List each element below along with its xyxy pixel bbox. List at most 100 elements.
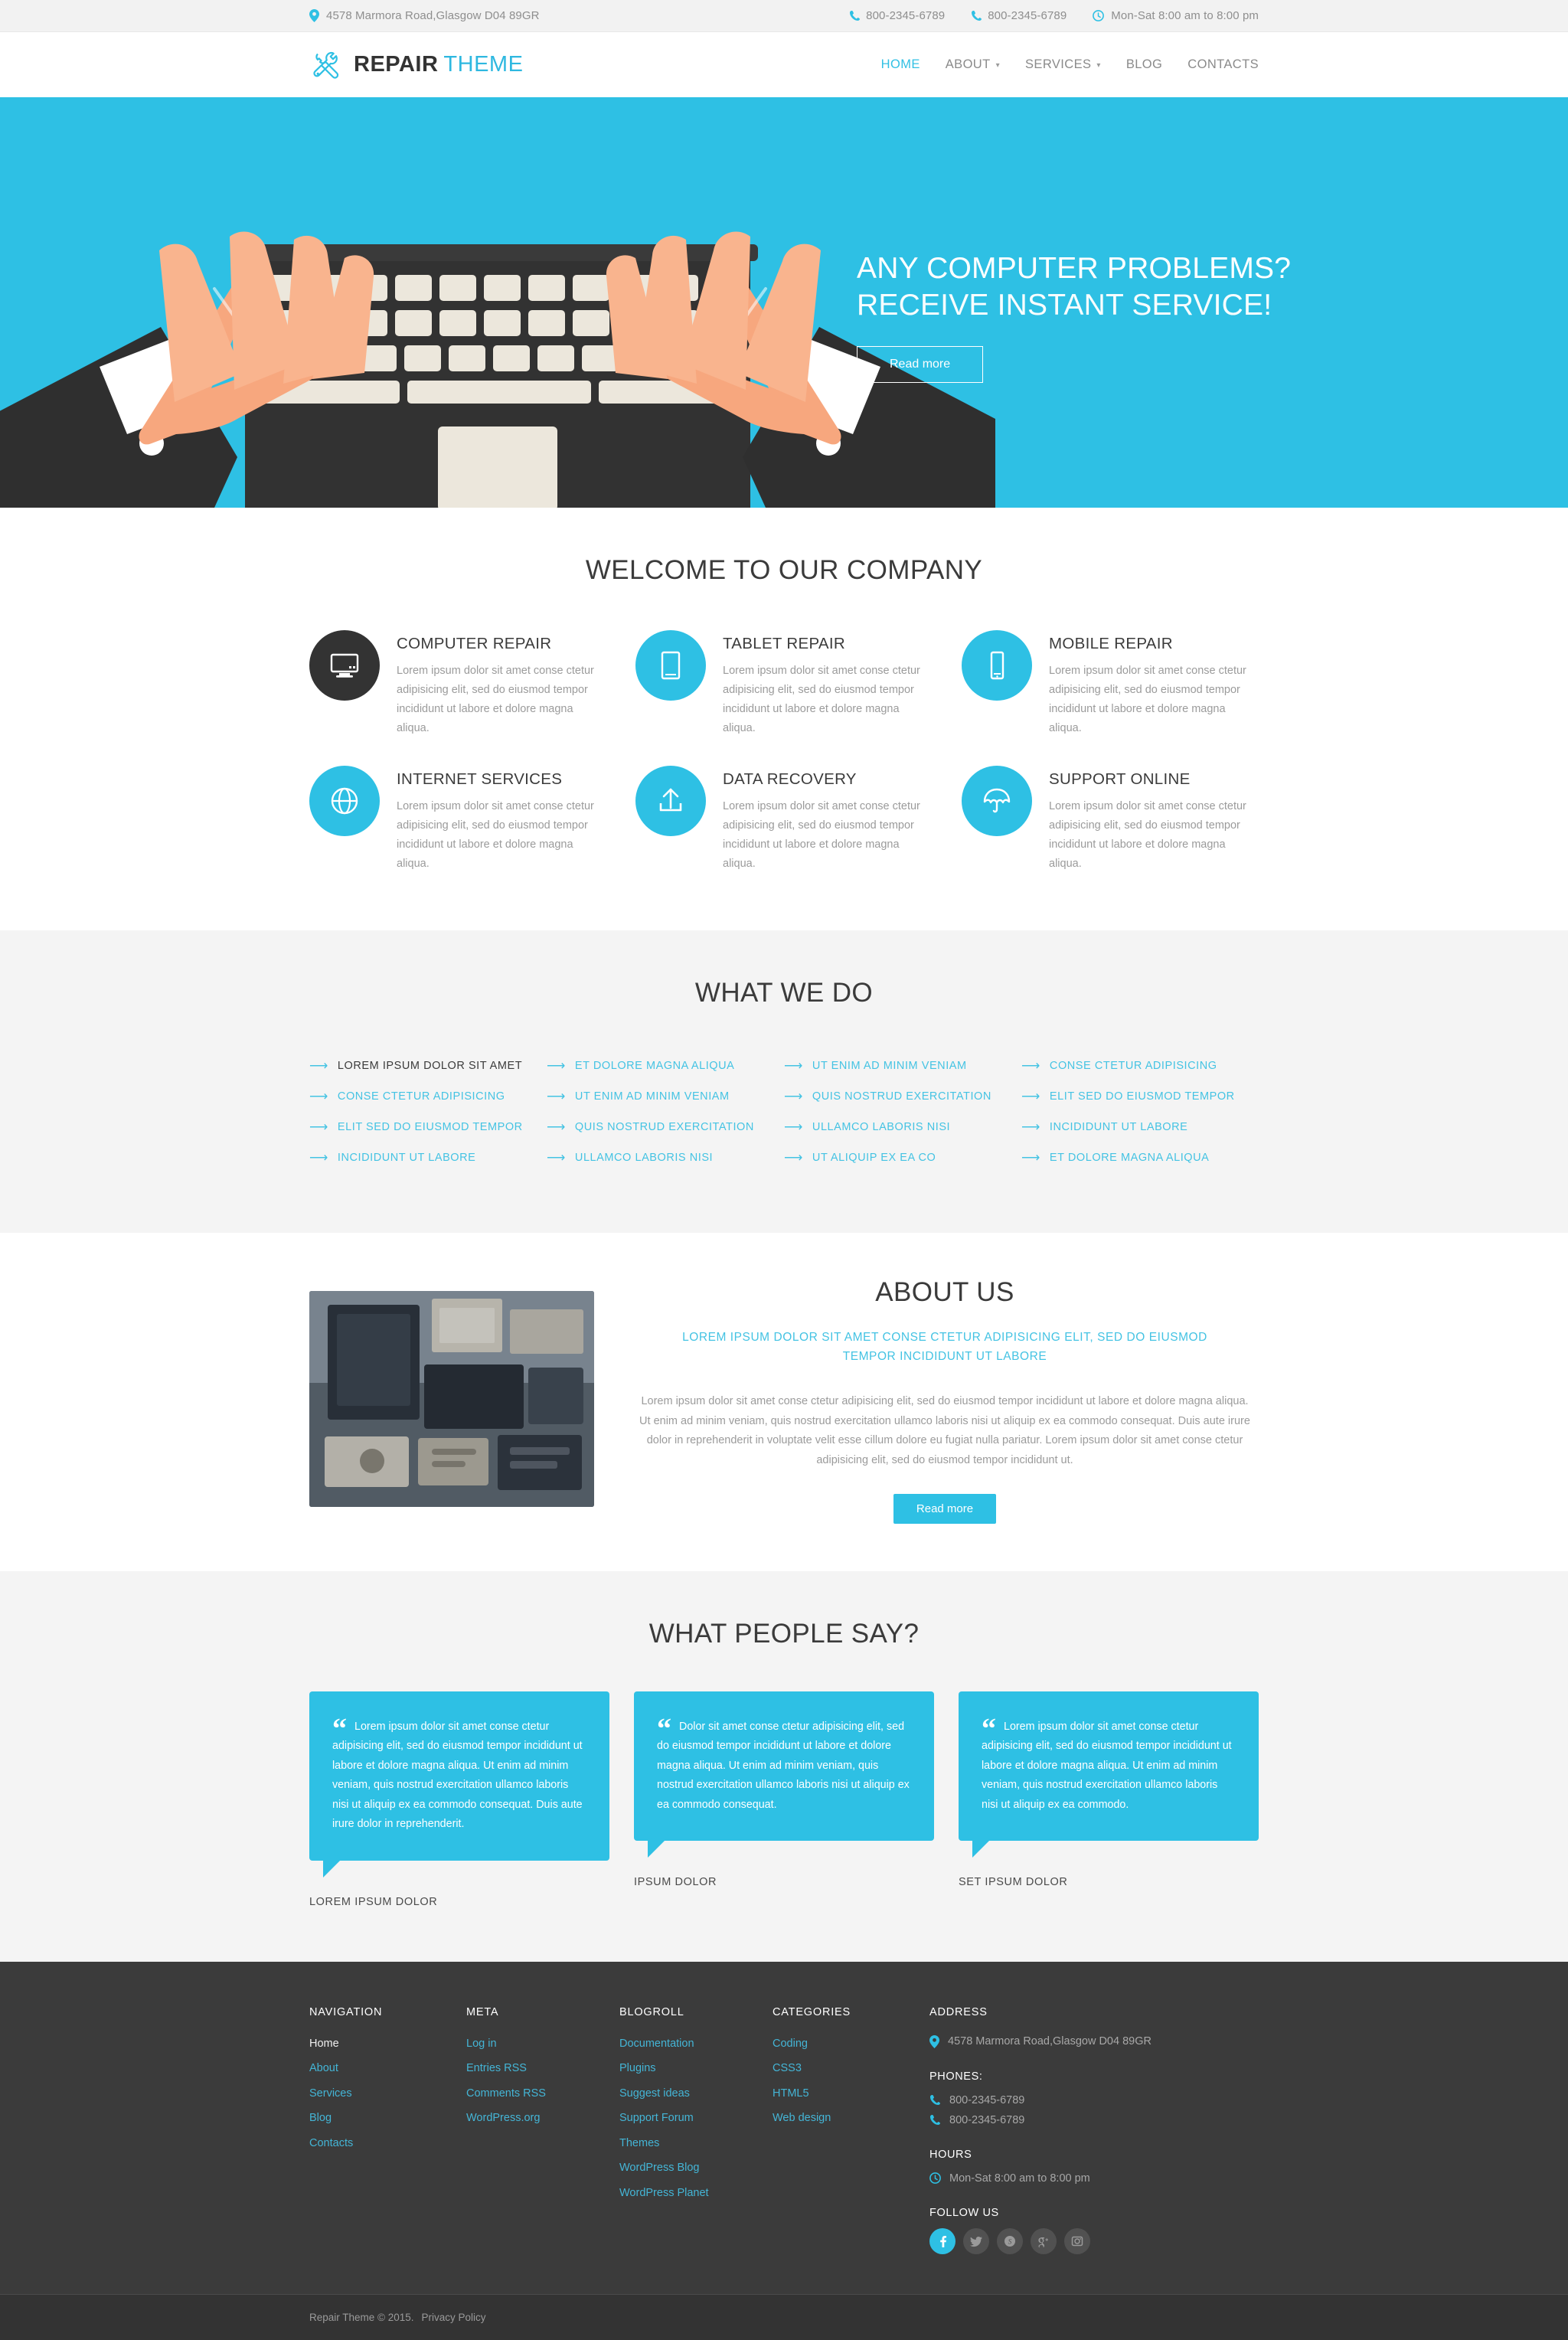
what-we-do-label: ET DOLORE MAGNA ALIQUA <box>574 1059 735 1072</box>
what-we-do-label: QUIS NOSTRUD EXERCITATION <box>812 1090 991 1103</box>
footer-link-login[interactable]: Log in <box>466 2031 619 2057</box>
about-image <box>309 1290 594 1507</box>
chevron-down-icon: ▾ <box>1096 60 1101 70</box>
footer-address: 4578 Marmora Road,Glasgow D04 89GR <box>929 2031 1259 2052</box>
service-card-internet-services[interactable]: INTERNET SERVICES Lorem ipsum dolor sit … <box>309 765 606 874</box>
nav-item-services[interactable]: SERVICES ▾ <box>1025 57 1101 72</box>
service-title: COMPUTER REPAIR <box>397 635 552 652</box>
testimonial-text-wrap: “Lorem ipsum dolor sit amet conse ctetur… <box>982 1714 1234 1815</box>
nav-item-about[interactable]: ABOUT ▾ <box>946 57 1000 72</box>
what-we-do-link[interactable]: ⟶ ELIT SED DO EIUSMOD TEMPOR <box>1021 1081 1259 1112</box>
service-title: INTERNET SERVICES <box>397 770 563 788</box>
arrow-right-icon: ⟶ <box>309 1058 328 1073</box>
what-we-do-link[interactable]: ⟶ UT ENIM AD MINIM VENIAM <box>784 1051 1021 1081</box>
what-we-do-link[interactable]: ⟶ INCIDIDUNT UT LABORE <box>309 1142 547 1173</box>
footer-link-entries-rss[interactable]: Entries RSS <box>466 2056 619 2081</box>
service-card-tablet-repair[interactable]: TABLET REPAIR Lorem ipsum dolor sit amet… <box>635 630 933 738</box>
footer-link-services[interactable]: Services <box>309 2081 466 2106</box>
skype-icon[interactable]: S <box>997 2227 1023 2254</box>
hero-read-more-button[interactable]: Read more <box>857 346 984 384</box>
footer-link-about[interactable]: About <box>309 2056 466 2081</box>
what-we-do-link[interactable]: ⟶ ET DOLORE MAGNA ALIQUA <box>547 1051 784 1081</box>
main-navigation: HOME ABOUT ▾ SERVICES ▾ BLOG CONTACTS <box>881 57 1259 72</box>
service-card-mobile-repair[interactable]: MOBILE REPAIR Lorem ipsum dolor sit amet… <box>962 630 1259 738</box>
about-read-more-button[interactable]: Read more <box>893 1493 997 1524</box>
what-we-do-link[interactable]: ⟶ ELIT SED DO EIUSMOD TEMPOR <box>309 1112 547 1142</box>
footer-link-wordpress-org[interactable]: WordPress.org <box>466 2106 619 2131</box>
footer-link-html5[interactable]: HTML5 <box>773 2081 929 2106</box>
what-we-do-link[interactable]: ⟶ CONSE CTETUR ADIPISICING <box>309 1081 547 1112</box>
google-plus-icon[interactable] <box>1031 2227 1057 2254</box>
instagram-icon[interactable] <box>1064 2227 1090 2254</box>
nav-label: SERVICES <box>1025 57 1092 71</box>
what-we-do-label: UT ALIQUIP EX EA CO <box>812 1151 936 1164</box>
what-we-do-link[interactable]: ⟶ INCIDIDUNT UT LABORE <box>1021 1112 1259 1142</box>
footer-heading-phones: PHONES: <box>929 2070 983 2083</box>
globe-icon <box>309 765 380 836</box>
what-we-do-link[interactable]: ⟶ ET DOLORE MAGNA ALIQUA <box>1021 1142 1259 1173</box>
footer-phone-2-text: 800-2345-6789 <box>949 2113 1025 2126</box>
footer-link-suggest-ideas[interactable]: Suggest ideas <box>619 2081 773 2106</box>
footer-link-plugins[interactable]: Plugins <box>619 2056 773 2081</box>
footer-link-documentation[interactable]: Documentation <box>619 2031 773 2057</box>
service-card-support-online[interactable]: SUPPORT ONLINE Lorem ipsum dolor sit ame… <box>962 765 1259 874</box>
service-card-computer-repair[interactable]: COMPUTER REPAIR Lorem ipsum dolor sit am… <box>309 630 606 738</box>
privacy-policy-link[interactable]: Privacy Policy <box>422 2312 486 2323</box>
logo-word-2: THEME <box>443 52 524 77</box>
what-we-do-link[interactable]: ⟶ UT ENIM AD MINIM VENIAM <box>547 1081 784 1112</box>
top-hours: Mon-Sat 8:00 am to 8:00 pm <box>1093 9 1259 22</box>
nav-item-contacts[interactable]: CONTACTS <box>1187 57 1259 72</box>
footer-phone-1[interactable]: 800-2345-6789 <box>929 2090 1259 2110</box>
site-logo[interactable]: REPAIR THEME <box>309 48 523 82</box>
service-text: Lorem ipsum dolor sit amet conse ctetur … <box>1049 665 1246 734</box>
footer-phone-2[interactable]: 800-2345-6789 <box>929 2110 1259 2130</box>
what-we-do-link[interactable]: ⟶ QUIS NOSTRUD EXERCITATION <box>784 1081 1021 1112</box>
twitter-icon[interactable] <box>963 2227 989 2254</box>
facebook-icon[interactable] <box>929 2227 956 2254</box>
what-we-do-link[interactable]: ⟶ ULLAMCO LABORIS NISI <box>784 1112 1021 1142</box>
clock-icon <box>1093 10 1105 21</box>
testimonial-text: Lorem ipsum dolor sit amet conse ctetur … <box>982 1720 1232 1811</box>
phone-icon <box>929 2114 941 2126</box>
what-we-do-link[interactable]: ⟶ UT ALIQUIP EX EA CO <box>784 1142 1021 1173</box>
top-phone-1-text: 800-2345-6789 <box>866 9 946 22</box>
testimonial-2: “Dolor sit amet conse ctetur adipisicing… <box>634 1691 934 1908</box>
hero-heading: ANY COMPUTER PROBLEMS? RECEIVE INSTANT S… <box>857 250 1291 323</box>
arrow-right-icon: ⟶ <box>1021 1089 1040 1103</box>
nav-item-blog[interactable]: BLOG <box>1126 57 1162 72</box>
footer-heading-follow: FOLLOW US <box>929 2206 999 2219</box>
footer-link-home[interactable]: Home <box>309 2031 466 2057</box>
what-we-do-link[interactable]: ⟶ LOREM IPSUM DOLOR SIT AMET <box>309 1051 547 1081</box>
arrow-right-icon: ⟶ <box>1021 1119 1040 1134</box>
service-title: DATA RECOVERY <box>723 770 857 788</box>
footer-link-coding[interactable]: Coding <box>773 2031 929 2057</box>
footer-column-categories: CATEGORIES Coding CSS3 HTML5 Web design <box>773 2006 929 2254</box>
service-card-data-recovery[interactable]: DATA RECOVERY Lorem ipsum dolor sit amet… <box>635 765 933 874</box>
footer-column-contacts: ADDRESS 4578 Marmora Road,Glasgow D04 89… <box>929 2006 1259 2254</box>
nav-item-home[interactable]: HOME <box>881 57 920 72</box>
footer-link-themes[interactable]: Themes <box>619 2131 773 2156</box>
what-we-do-link[interactable]: ⟶ QUIS NOSTRUD EXERCITATION <box>547 1112 784 1142</box>
footer-link-comments-rss[interactable]: Comments RSS <box>466 2081 619 2106</box>
copyright-text-wrap: Repair Theme © 2015. Privacy Policy <box>309 2312 1259 2323</box>
footer-link-wordpress-blog[interactable]: WordPress Blog <box>619 2155 773 2181</box>
footer-link-contacts[interactable]: Contacts <box>309 2131 466 2156</box>
what-we-do-link[interactable]: ⟶ CONSE CTETUR ADIPISICING <box>1021 1051 1259 1081</box>
top-bar-left: 4578 Marmora Road,Glasgow D04 89GR <box>309 9 540 22</box>
footer-link-blog[interactable]: Blog <box>309 2106 466 2131</box>
what-we-do-section: WHAT WE DO ⟶ LOREM IPSUM DOLOR SIT AMET ⟶… <box>0 930 1568 1233</box>
what-we-do-link[interactable]: ⟶ ULLAMCO LABORIS NISI <box>547 1142 784 1173</box>
top-hours-text: Mon-Sat 8:00 am to 8:00 pm <box>1111 9 1259 22</box>
top-phone-1[interactable]: 800-2345-6789 <box>849 9 945 22</box>
nav-label: ABOUT <box>945 57 991 71</box>
footer-link-wordpress-planet[interactable]: WordPress Planet <box>619 2181 773 2206</box>
testimonial-text-wrap: “Dolor sit amet conse ctetur adipisicing… <box>657 1714 910 1815</box>
mobile-icon <box>962 630 1032 701</box>
footer-link-web-design[interactable]: Web design <box>773 2106 929 2131</box>
service-text: Lorem ipsum dolor sit amet conse ctetur … <box>397 665 594 734</box>
top-phone-2[interactable]: 800-2345-6789 <box>971 9 1067 22</box>
footer-link-css3[interactable]: CSS3 <box>773 2056 929 2081</box>
footer-link-support-forum[interactable]: Support Forum <box>619 2106 773 2131</box>
service-text: Lorem ipsum dolor sit amet conse ctetur … <box>723 665 920 734</box>
tablet-icon <box>635 630 706 701</box>
